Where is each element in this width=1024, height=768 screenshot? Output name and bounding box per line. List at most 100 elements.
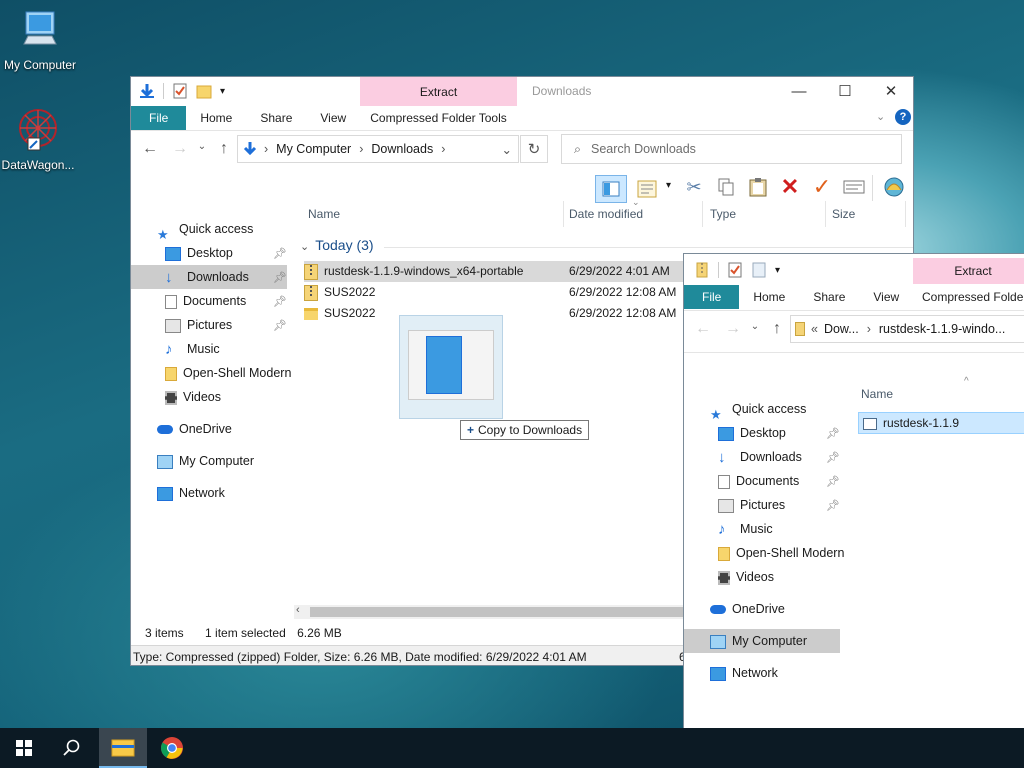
ribbon-collapse-icon[interactable]: ⌄ — [876, 110, 885, 123]
nav-item-open-shell[interactable]: Open-Shell Modern — [165, 361, 291, 385]
rename-check-icon[interactable]: ✓ — [810, 174, 834, 199]
search-input[interactable]: Search Downloads — [591, 142, 696, 156]
shell-icon[interactable] — [882, 175, 906, 199]
paste-icon[interactable] — [746, 175, 770, 199]
properties-icon[interactable] — [727, 262, 743, 278]
pin-icon[interactable]: 📌︎ — [273, 271, 287, 284]
scroll-left-icon[interactable]: ‹ — [296, 604, 300, 616]
minimize-button[interactable]: — — [776, 77, 822, 107]
nav-item-onedrive[interactable]: OneDrive — [710, 597, 785, 621]
tab-home[interactable]: Home — [739, 285, 799, 309]
tab-home[interactable]: Home — [186, 106, 246, 130]
tab-view[interactable]: View — [306, 106, 360, 130]
breadcrumb-downloads[interactable]: Dow... — [824, 322, 859, 336]
tab-compressed-folder-tools[interactable]: Compressed Folder — [922, 285, 1024, 309]
new-folder-icon[interactable] — [196, 83, 212, 99]
tab-share[interactable]: Share — [799, 285, 859, 309]
nav-item-pictures[interactable]: Pictures — [165, 313, 232, 337]
customize-qat-icon[interactable]: ▾ — [220, 86, 225, 97]
column-header-name[interactable]: Name — [302, 201, 564, 227]
table-row[interactable]: SUS2022 — [304, 282, 375, 303]
pin-icon[interactable]: 📌︎ — [826, 451, 840, 464]
search-box[interactable]: ⌕ Search Downloads — [561, 134, 902, 164]
help-icon[interactable]: ? — [895, 109, 911, 125]
column-header-type[interactable]: Type — [704, 201, 826, 227]
nav-item-videos[interactable]: Videos — [165, 385, 221, 409]
recent-dropdown-icon[interactable]: ⌄ — [191, 141, 213, 152]
nav-item-downloads[interactable]: ↓ Downloads — [718, 445, 802, 469]
pin-icon[interactable]: 📌︎ — [273, 295, 287, 308]
tab-view[interactable]: View — [859, 285, 913, 309]
breadcrumb-my-computer[interactable]: My Computer — [276, 142, 351, 156]
column-header-date[interactable]: Date modified — [563, 201, 703, 227]
nav-item-network[interactable]: Network — [157, 481, 225, 505]
forward-icon[interactable]: → — [722, 320, 744, 338]
column-header-size[interactable]: Size — [826, 201, 906, 227]
nav-item-documents[interactable]: Documents — [718, 469, 799, 493]
pin-icon[interactable]: 📌︎ — [826, 427, 840, 440]
nav-item-label: Downloads — [740, 450, 802, 464]
new-file-icon[interactable] — [751, 262, 767, 278]
cut-icon[interactable]: ✂ — [682, 175, 706, 199]
nav-item-desktop[interactable]: Desktop — [165, 241, 233, 265]
delete-icon[interactable]: ✕ — [778, 174, 802, 199]
nav-item-quick-access[interactable]: ★ Quick access — [710, 397, 806, 422]
nav-item-my-computer[interactable]: My Computer — [157, 449, 254, 473]
copy-icon[interactable] — [714, 175, 738, 199]
nav-item-downloads[interactable]: ↓ Downloads — [131, 265, 287, 289]
pin-icon[interactable]: 📌︎ — [826, 499, 840, 512]
preview-pane-button[interactable] — [595, 175, 627, 203]
back-icon[interactable]: ← — [139, 140, 161, 158]
up-icon[interactable]: ↑ — [766, 320, 788, 338]
nav-item-label: Videos — [736, 570, 774, 584]
address-dropdown-icon[interactable]: ⌄ — [502, 142, 512, 157]
table-row[interactable]: SUS2022 — [304, 303, 375, 324]
taskbar-chrome[interactable] — [148, 728, 196, 768]
nav-item-label: OneDrive — [179, 422, 232, 436]
group-header-today[interactable]: ⌄ Today (3) — [300, 237, 374, 253]
tab-file[interactable]: File — [684, 285, 740, 309]
nav-item-onedrive[interactable]: OneDrive — [157, 417, 232, 441]
nav-item-open-shell[interactable]: Open-Shell Modern — [718, 541, 844, 565]
breadcrumb-downloads[interactable]: Downloads — [371, 142, 433, 156]
tab-share[interactable]: Share — [246, 106, 306, 130]
desktop-icon-datawagon[interactable]: DataWagon... — [0, 108, 78, 172]
nav-item-music[interactable]: ♪ Music — [165, 337, 220, 361]
nav-item-pictures[interactable]: Pictures — [718, 493, 785, 517]
download-arrow-icon[interactable] — [139, 83, 155, 99]
forward-icon[interactable]: → — [169, 140, 191, 158]
nav-item-documents[interactable]: Documents — [165, 289, 246, 313]
column-header-name[interactable]: Name — [861, 387, 893, 401]
refresh-button[interactable]: ↻ — [520, 135, 548, 163]
address-bar[interactable]: « Dow... › rustdesk-1.1.9-windo... — [790, 315, 1024, 343]
nav-item-my-computer[interactable]: My Computer — [684, 629, 840, 653]
nav-item-network[interactable]: Network — [710, 661, 778, 685]
start-button[interactable] — [0, 728, 48, 768]
desktop-icon-my-computer[interactable]: My Computer — [0, 10, 80, 72]
nav-item-videos[interactable]: Videos — [718, 565, 774, 589]
table-row[interactable]: rustdesk-1.1.9 — [858, 412, 1024, 434]
recent-dropdown-icon[interactable]: ⌄ — [744, 321, 766, 332]
nav-item-desktop[interactable]: Desktop — [718, 421, 786, 445]
properties-window-icon[interactable] — [842, 175, 866, 199]
back-icon[interactable]: ← — [692, 320, 714, 338]
pin-icon[interactable]: 📌︎ — [273, 319, 287, 332]
zip-folder-icon[interactable] — [694, 262, 710, 278]
up-icon[interactable]: ↑ — [213, 140, 235, 158]
tab-compressed-folder-tools[interactable]: Compressed Folder Tools — [360, 106, 517, 130]
pin-icon[interactable]: 📌︎ — [826, 475, 840, 488]
nav-item-music[interactable]: ♪ Music — [718, 517, 773, 541]
search-button[interactable] — [50, 728, 94, 768]
properties-icon[interactable] — [172, 83, 188, 99]
maximize-button[interactable]: ☐ — [822, 77, 868, 107]
taskbar-file-explorer[interactable] — [99, 728, 147, 768]
customize-qat-icon[interactable]: ▾ — [775, 265, 780, 276]
breadcrumb-zip[interactable]: rustdesk-1.1.9-windo... — [879, 322, 1005, 336]
nav-item-quick-access[interactable]: ★ Quick access — [157, 217, 253, 242]
address-bar[interactable]: › My Computer › Downloads › ⌄ — [237, 135, 519, 163]
close-button[interactable]: ✕ — [868, 77, 913, 107]
view-dropdown-icon[interactable]: ▾ — [666, 180, 671, 191]
pin-icon[interactable]: 📌︎ — [273, 247, 287, 260]
breadcrumb-overflow[interactable]: « — [811, 322, 818, 336]
tab-file[interactable]: File — [131, 106, 187, 130]
